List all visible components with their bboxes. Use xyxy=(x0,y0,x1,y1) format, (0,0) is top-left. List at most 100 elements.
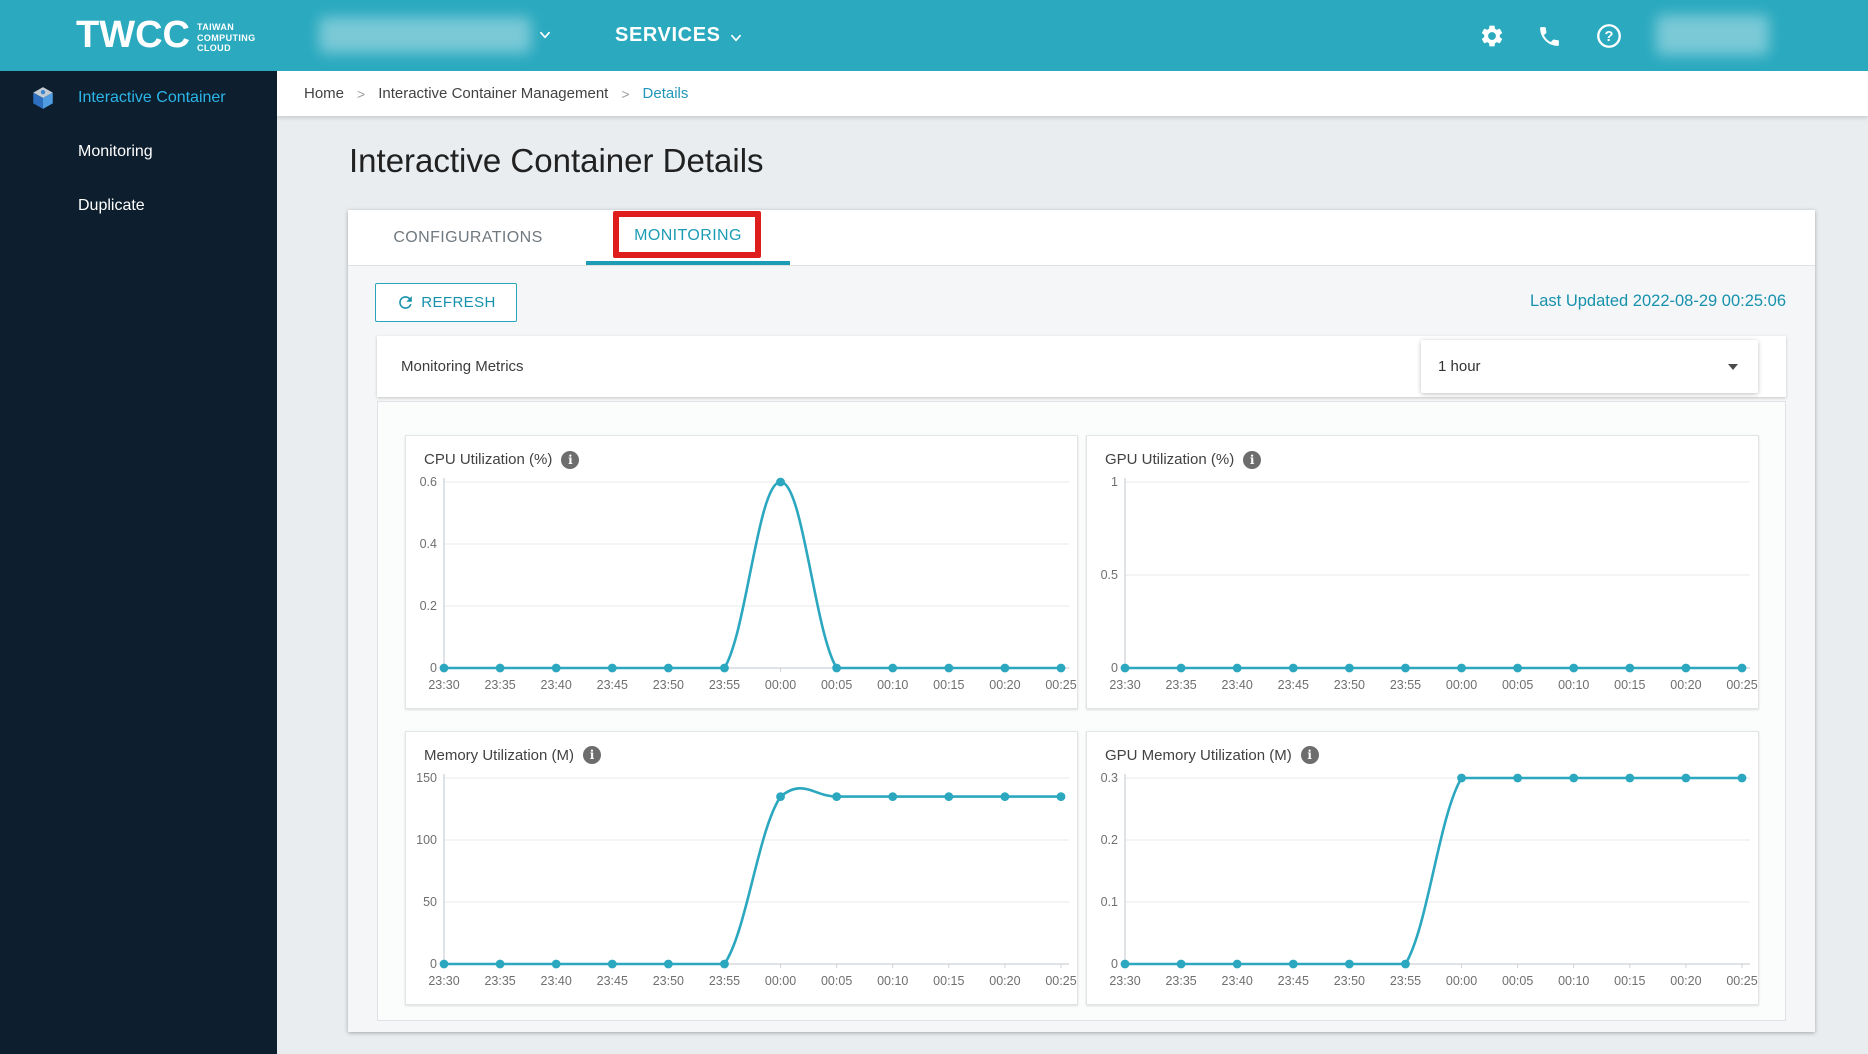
svg-text:00:00: 00:00 xyxy=(1446,974,1477,988)
svg-text:150: 150 xyxy=(416,771,437,785)
chevron-down-icon xyxy=(540,31,550,39)
svg-text:23:35: 23:35 xyxy=(484,678,515,692)
svg-text:00:20: 00:20 xyxy=(1670,974,1701,988)
sidebar-item-duplicate[interactable]: Duplicate xyxy=(0,179,277,233)
top-header: TWCC TAIWAN COMPUTING CLOUD SERVICES ? xyxy=(0,0,1868,71)
svg-text:00:00: 00:00 xyxy=(765,974,796,988)
breadcrumb-details: Details xyxy=(642,85,689,102)
chart-canvas: 0 0.2 0.4 0.6 23:30 23:35 23:40 23:45 23:50 23:55… xyxy=(420,475,1077,692)
svg-text:23:50: 23:50 xyxy=(1334,974,1365,988)
svg-text:00:10: 00:10 xyxy=(1558,974,1589,988)
breadcrumb-separator: > xyxy=(357,85,366,102)
chart-memory-utilization-m: Memory Utilization (M) i 0 50 100 150 23:30 23:… xyxy=(405,730,1078,1005)
svg-text:0: 0 xyxy=(430,957,437,971)
svg-text:23:45: 23:45 xyxy=(1278,974,1309,988)
svg-text:0.6: 0.6 xyxy=(420,475,437,489)
chart-title: Memory Utilization (M) xyxy=(424,746,575,764)
sidebar-item-label: Duplicate xyxy=(78,197,145,214)
chart-header: Memory Utilization (M) i xyxy=(406,732,1077,766)
chart-title: CPU Utilization (%) xyxy=(424,451,553,468)
time-range-select[interactable]: 1 hour xyxy=(1421,340,1758,393)
svg-text:00:15: 00:15 xyxy=(1614,974,1645,988)
svg-text:0.3: 0.3 xyxy=(1101,771,1118,785)
breadcrumb-interactive-container-management[interactable]: Interactive Container Management xyxy=(378,85,608,102)
svg-text:00:10: 00:10 xyxy=(877,678,908,692)
info-icon[interactable]: i xyxy=(1243,450,1262,469)
info-icon[interactable]: i xyxy=(583,746,602,764)
svg-text:100: 100 xyxy=(416,833,437,847)
svg-text:0: 0 xyxy=(1111,661,1118,675)
svg-text:00:00: 00:00 xyxy=(765,678,796,692)
project-selector-blurred[interactable] xyxy=(319,17,531,53)
refresh-label: REFRESH xyxy=(421,294,496,311)
services-menu[interactable]: SERVICES xyxy=(615,0,743,71)
chart-title: GPU Memory Utilization (M) xyxy=(1105,746,1292,764)
svg-text:23:55: 23:55 xyxy=(709,678,740,692)
svg-text:23:50: 23:50 xyxy=(653,974,684,988)
breadcrumb-home[interactable]: Home xyxy=(304,85,344,102)
chevron-down-icon xyxy=(730,34,741,41)
app-root: TWCC TAIWAN COMPUTING CLOUD SERVICES ? I… xyxy=(0,0,1868,1054)
chart-header: GPU Utilization (%) i xyxy=(1087,436,1758,470)
chart-gpu-memory-utilization-m: GPU Memory Utilization (M) i 0 0.1 0.2 0.3 23:… xyxy=(1086,730,1759,1005)
svg-text:23:55: 23:55 xyxy=(1390,678,1421,692)
user-account-blurred[interactable] xyxy=(1656,15,1769,55)
svg-text:23:40: 23:40 xyxy=(1222,678,1253,692)
svg-text:23:45: 23:45 xyxy=(597,678,628,692)
svg-text:00:05: 00:05 xyxy=(821,974,852,988)
page-title: Interactive Container Details xyxy=(349,142,764,179)
phone-contact-icon[interactable] xyxy=(1534,21,1564,51)
svg-text:23:30: 23:30 xyxy=(1109,974,1140,988)
svg-text:0.1: 0.1 xyxy=(1101,895,1118,909)
info-icon[interactable]: i xyxy=(561,450,580,469)
svg-text:00:05: 00:05 xyxy=(821,678,852,692)
settings-gear-icon[interactable] xyxy=(1477,21,1507,51)
time-range-value: 1 hour xyxy=(1438,358,1481,375)
svg-text:1: 1 xyxy=(1111,475,1118,489)
chart-cpu-utilization: CPU Utilization (%) i 0 0.2 0.4 0.6 23:30 23:35… xyxy=(405,435,1078,709)
svg-text:23:50: 23:50 xyxy=(653,678,684,692)
svg-text:0.2: 0.2 xyxy=(1101,833,1118,847)
svg-text:0.5: 0.5 xyxy=(1101,568,1118,582)
sidebar-nav: Interactive Container Monitoring Duplicate xyxy=(0,71,277,1054)
twcc-logo[interactable]: TWCC TAIWAN COMPUTING CLOUD xyxy=(76,13,256,57)
chart-gpu-utilization: GPU Utilization (%) i 0 0.5 1 23:30 23:35 23:40… xyxy=(1086,435,1759,709)
sidebar-item-label: Interactive Container xyxy=(78,89,226,106)
svg-text:23:40: 23:40 xyxy=(541,974,572,988)
monitoring-metrics-label: Monitoring Metrics xyxy=(401,358,524,375)
svg-text:00:10: 00:10 xyxy=(877,974,908,988)
svg-text:00:15: 00:15 xyxy=(1614,678,1645,692)
brand-text: TWCC xyxy=(76,14,190,56)
svg-text:0.2: 0.2 xyxy=(420,599,437,613)
svg-text:23:30: 23:30 xyxy=(428,678,459,692)
refresh-button[interactable]: REFRESH xyxy=(375,283,517,322)
help-question-icon[interactable]: ? xyxy=(1594,21,1624,51)
svg-text:23:55: 23:55 xyxy=(709,974,740,988)
svg-text:23:45: 23:45 xyxy=(597,974,628,988)
chart-title: GPU Utilization (%) xyxy=(1105,451,1235,468)
info-icon[interactable]: i xyxy=(1300,746,1319,764)
svg-text:0.4: 0.4 xyxy=(420,537,437,551)
sidebar-item-monitoring[interactable]: Monitoring xyxy=(0,125,277,179)
svg-text:00:10: 00:10 xyxy=(1558,678,1589,692)
svg-text:23:30: 23:30 xyxy=(1109,678,1140,692)
svg-text:00:15: 00:15 xyxy=(933,678,964,692)
svg-text:23:30: 23:30 xyxy=(428,974,459,988)
svg-text:23:55: 23:55 xyxy=(1390,974,1421,988)
tab-monitoring[interactable]: MONITORING xyxy=(586,210,790,265)
tab-bar: CONFIGURATIONS MONITORING xyxy=(348,210,1815,266)
chart-canvas: 0 0.5 1 23:30 23:35 23:40 23:45 23:50 23:55 00:00… xyxy=(1101,475,1758,692)
svg-text:23:35: 23:35 xyxy=(484,974,515,988)
svg-text:0: 0 xyxy=(1111,957,1118,971)
svg-text:23:50: 23:50 xyxy=(1334,678,1365,692)
svg-text:00:20: 00:20 xyxy=(989,974,1020,988)
chart-canvas: 0 50 100 150 23:30 23:35 23:40 23:45 23:50 23:55 0… xyxy=(416,771,1077,988)
services-label: SERVICES xyxy=(615,24,721,46)
last-updated-text: Last Updated 2022-08-29 00:25:06 xyxy=(1530,292,1786,310)
svg-text:00:20: 00:20 xyxy=(989,678,1020,692)
svg-text:23:45: 23:45 xyxy=(1278,678,1309,692)
tab-configurations[interactable]: CONFIGURATIONS xyxy=(366,210,570,265)
sidebar-item-interactive-container[interactable]: Interactive Container xyxy=(0,71,277,125)
svg-text:23:40: 23:40 xyxy=(1222,974,1253,988)
breadcrumb-separator: > xyxy=(621,85,630,102)
